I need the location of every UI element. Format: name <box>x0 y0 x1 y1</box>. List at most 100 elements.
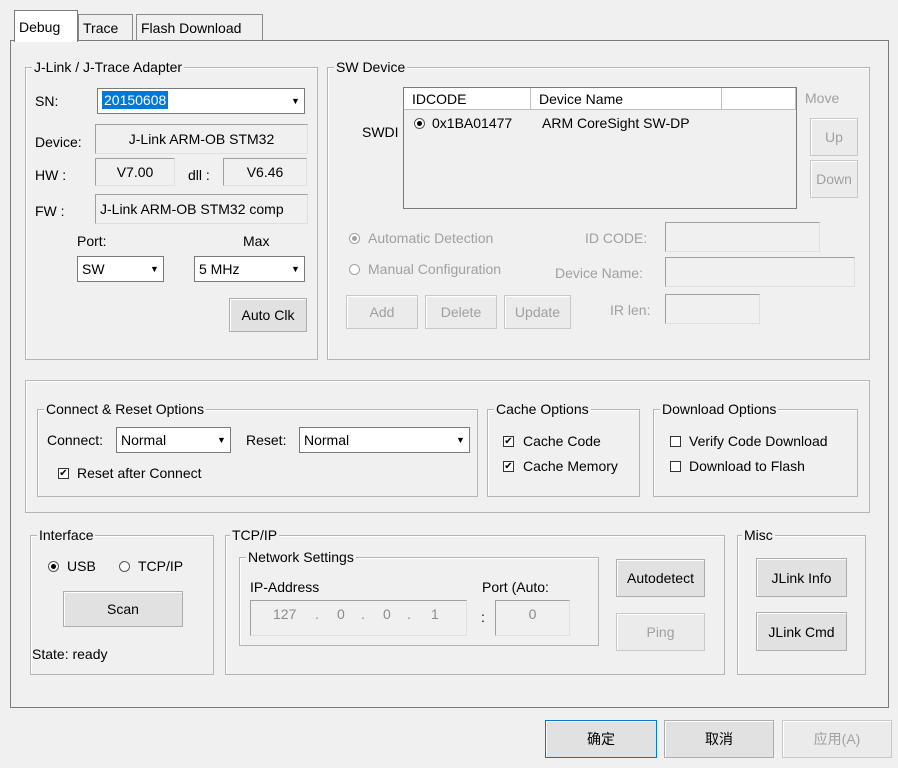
reset-value: Normal <box>304 432 350 448</box>
connect-value: Normal <box>121 432 167 448</box>
update-button[interactable]: Update <box>504 295 571 329</box>
port-colon: : <box>481 609 485 625</box>
sw-device-list[interactable]: IDCODE Device Name 0x1BA01477 ARM CoreSi… <box>403 87 797 209</box>
download-to-flash-checkbox[interactable] <box>670 461 681 472</box>
cache-code-label: Cache Code <box>523 433 601 449</box>
adapter-legend: J-Link / J-Trace Adapter <box>32 59 185 75</box>
cache-memory-label: Cache Memory <box>523 458 618 474</box>
reset-select[interactable]: Normal ▼ <box>299 427 470 453</box>
row-idcode: 0x1BA01477 <box>432 115 513 131</box>
auto-clk-button[interactable]: Auto Clk <box>229 298 307 332</box>
cache-options-group: Cache Options <box>487 401 640 497</box>
sn-select[interactable]: 20150608 ▼ <box>97 88 305 114</box>
misc-group: Misc <box>737 527 866 675</box>
tcpip-legend: TCP/IP <box>230 527 280 543</box>
ok-button[interactable]: 确定 <box>545 720 657 758</box>
connect-label: Connect: <box>47 432 104 448</box>
port-value: SW <box>82 261 105 277</box>
verify-code-checkbox[interactable] <box>670 436 681 447</box>
move-up-button[interactable]: Up <box>810 118 858 156</box>
irlen-input[interactable] <box>665 294 760 324</box>
port-auto-label: Port (Auto: <box>482 579 549 595</box>
apply-button[interactable]: 应用(A) <box>782 720 892 758</box>
ip-dot: . <box>407 606 411 622</box>
cancel-button[interactable]: 取消 <box>664 720 774 758</box>
delete-button[interactable]: Delete <box>425 295 497 329</box>
cache-options-legend: Cache Options <box>494 401 591 417</box>
tab-debug[interactable]: Debug <box>14 10 78 42</box>
jlink-cmd-button[interactable]: JLink Cmd <box>756 612 847 651</box>
chevron-down-icon: ▼ <box>452 428 469 452</box>
max-clock-select[interactable]: 5 MHz ▼ <box>194 256 305 282</box>
hw-label: HW : <box>35 167 67 183</box>
table-row[interactable]: 0x1BA01477 ARM CoreSight SW-DP <box>404 112 796 134</box>
chevron-down-icon: ▼ <box>287 89 304 113</box>
auto-detect-radio[interactable] <box>349 233 360 244</box>
fw-field: J-Link ARM-OB STM32 comp <box>95 194 308 224</box>
device-name-input[interactable] <box>665 257 855 287</box>
port-select[interactable]: SW ▼ <box>77 256 164 282</box>
reset-label: Reset: <box>246 432 287 448</box>
sw-device-legend: SW Device <box>334 59 408 75</box>
device-label: Device: <box>35 134 82 150</box>
ip-octet-2: 0 <box>337 606 345 622</box>
ip-address-input[interactable]: 127 . 0 . 0 . 1 <box>250 600 467 636</box>
chevron-down-icon: ▼ <box>146 257 163 281</box>
connect-reset-legend: Connect & Reset Options <box>44 401 206 417</box>
ping-button[interactable]: Ping <box>616 613 705 651</box>
max-label: Max <box>243 233 270 249</box>
download-to-flash-label: Download to Flash <box>689 458 805 474</box>
download-options-legend: Download Options <box>660 401 779 417</box>
tab-trace[interactable]: Trace <box>78 14 133 40</box>
scan-button[interactable]: Scan <box>63 591 183 627</box>
tcpip-radio-label: TCP/IP <box>138 558 184 574</box>
chevron-down-icon: ▼ <box>213 428 230 452</box>
cache-memory-checkbox[interactable]: ✔ <box>503 461 514 472</box>
auto-detect-label: Automatic Detection <box>368 230 494 246</box>
max-clock-value: 5 MHz <box>199 261 240 277</box>
reset-after-connect-checkbox[interactable]: ✔ <box>58 468 69 479</box>
dll-field: V6.46 <box>223 158 307 186</box>
move-down-button[interactable]: Down <box>810 160 858 198</box>
tab-flash-download-label: Flash Download <box>141 20 242 36</box>
column-idcode[interactable]: IDCODE <box>404 88 531 110</box>
row-device-name: ARM CoreSight SW-DP <box>542 115 690 131</box>
usb-radio[interactable] <box>48 561 59 572</box>
irlen-label: IR len: <box>610 302 651 318</box>
add-button[interactable]: Add <box>346 295 418 329</box>
port-input[interactable]: 0 <box>495 600 570 636</box>
network-settings-legend: Network Settings <box>246 549 356 565</box>
ip-address-label: IP-Address <box>250 579 320 595</box>
jlink-info-button[interactable]: JLink Info <box>756 558 847 597</box>
manual-config-radio[interactable] <box>349 264 360 275</box>
fw-label: FW : <box>35 203 65 219</box>
connect-select[interactable]: Normal ▼ <box>116 427 231 453</box>
chevron-down-icon: ▼ <box>287 257 304 281</box>
column-extra[interactable] <box>722 88 796 110</box>
usb-label: USB <box>67 558 96 574</box>
dll-label: dll : <box>188 167 210 183</box>
cache-code-checkbox[interactable]: ✔ <box>503 436 514 447</box>
idcode-input[interactable] <box>665 222 820 252</box>
column-device-name[interactable]: Device Name <box>531 88 722 110</box>
port-label: Port: <box>77 233 107 249</box>
sn-value: 20150608 <box>102 91 169 109</box>
misc-legend: Misc <box>742 527 775 543</box>
interface-legend: Interface <box>37 527 96 543</box>
manual-config-label: Manual Configuration <box>368 261 502 277</box>
idcode-label: ID CODE: <box>585 230 648 246</box>
ip-octet-4: 1 <box>431 606 439 622</box>
tcpip-radio[interactable] <box>119 561 130 572</box>
tab-flash-download[interactable]: Flash Download <box>136 14 263 40</box>
hw-field: V7.00 <box>95 158 175 186</box>
download-options-group: Download Options <box>653 401 858 497</box>
row-selected-icon <box>414 118 425 129</box>
autodetect-button[interactable]: Autodetect <box>616 559 705 597</box>
device-field: J-Link ARM-OB STM32 <box>95 124 308 154</box>
reset-after-connect-label: Reset after Connect <box>77 465 202 481</box>
ip-dot: . <box>361 606 365 622</box>
state-label: State: ready <box>32 646 108 662</box>
ip-octet-1: 127 <box>273 606 297 622</box>
sn-label: SN: <box>35 93 59 109</box>
dialog: { "tabs": ["Debug", "Trace", "Flash Down… <box>0 0 898 768</box>
